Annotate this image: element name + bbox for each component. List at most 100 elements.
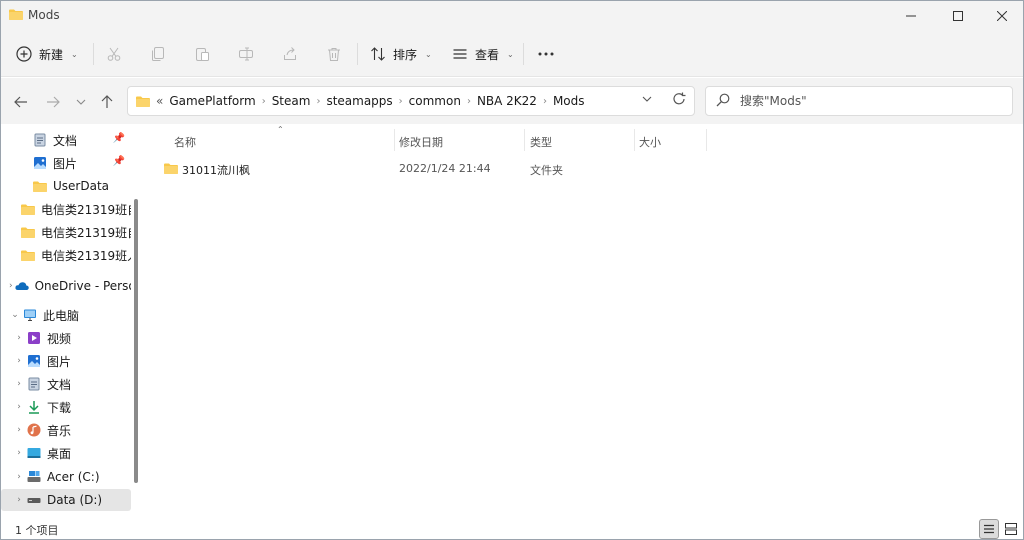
refresh-button[interactable]	[667, 87, 691, 111]
chevron-right-icon[interactable]: ›	[399, 96, 403, 107]
sidebar-item-desktop[interactable]: › 桌面	[1, 442, 131, 464]
chevron-right-icon[interactable]: ›	[316, 96, 320, 107]
sidebar-item-pictures[interactable]: › 图片	[1, 350, 131, 372]
sort-button[interactable]: 排序 ⌄	[369, 39, 432, 69]
sidebar-item-pictures-pinned[interactable]: 图片 📌	[1, 152, 131, 174]
rename-icon	[237, 45, 255, 63]
copy-icon	[149, 45, 167, 63]
sidebar-item-this-pc[interactable]: ⌄ 此电脑	[1, 304, 131, 326]
view-list-icon	[451, 45, 469, 63]
sidebar-item-folder[interactable]: 电信类21319班自	[1, 198, 131, 220]
music-icon	[27, 423, 41, 437]
maximize-button[interactable]	[935, 1, 981, 31]
minimize-button[interactable]	[888, 1, 934, 31]
sidebar-item-onedrive[interactable]: › OneDrive - Perso	[1, 275, 131, 297]
paste-button[interactable]	[193, 39, 211, 69]
folder-icon	[9, 9, 23, 20]
sidebar-item-folder[interactable]: 电信类21319班人	[1, 244, 131, 266]
column-header-name[interactable]: 名称	[174, 131, 196, 153]
sidebar-item-label: 电信类21319班自	[41, 225, 131, 240]
view-button[interactable]: 查看 ⌄	[451, 39, 514, 69]
table-row[interactable]: 31011流川枫 2022/1/24 21:44 文件夹	[155, 159, 715, 181]
tiles-view-button[interactable]	[1001, 519, 1021, 539]
sidebar-item-videos[interactable]: › 视频	[1, 327, 131, 349]
copy-button[interactable]	[149, 39, 167, 69]
column-divider[interactable]	[634, 129, 635, 151]
divider	[357, 43, 358, 65]
column-divider[interactable]	[706, 129, 707, 151]
sidebar-item-folder[interactable]: 电信类21319班自	[1, 221, 131, 243]
share-button[interactable]	[281, 39, 299, 69]
breadcrumb-item-steamapps[interactable]: steamapps	[326, 94, 392, 108]
sidebar-item-label: 视频	[47, 331, 72, 346]
chevron-down-icon	[76, 99, 86, 105]
chevron-right-icon[interactable]: ›	[13, 333, 25, 343]
sidebar-item-downloads[interactable]: › 下载	[1, 396, 131, 418]
chevron-right-icon[interactable]: ›	[467, 96, 471, 107]
forward-button[interactable]	[41, 90, 65, 114]
breadcrumb: « GamePlatform › Steam › steamapps › com…	[136, 87, 585, 115]
sidebar-scrollbar[interactable]	[134, 199, 138, 483]
chevron-right-icon[interactable]: ›	[13, 425, 25, 435]
chevron-right-icon[interactable]: ›	[9, 281, 13, 291]
sidebar-item-documents[interactable]: › 文档	[1, 373, 131, 395]
more-options-button[interactable]	[537, 39, 555, 69]
arrow-left-icon	[14, 96, 27, 108]
sidebar-item-label: 图片	[53, 156, 78, 171]
delete-button[interactable]	[325, 39, 343, 69]
sort-icon	[369, 45, 387, 63]
chevron-right-icon[interactable]: ›	[13, 448, 25, 458]
sidebar-item-userdata[interactable]: UserData	[1, 175, 131, 197]
column-header-type[interactable]: 类型	[530, 131, 552, 153]
chevron-right-icon[interactable]: ›	[13, 402, 25, 412]
breadcrumb-overflow[interactable]: «	[156, 94, 163, 108]
address-history-button[interactable]	[637, 87, 657, 111]
breadcrumb-item-gameplatform[interactable]: GamePlatform	[169, 94, 255, 108]
recent-locations-button[interactable]	[69, 90, 93, 114]
column-divider[interactable]	[524, 129, 525, 151]
search-box[interactable]	[705, 86, 1013, 116]
up-button[interactable]	[95, 90, 119, 114]
back-button[interactable]	[9, 90, 33, 114]
file-list: 名称 ⌃ 修改日期 类型 大小 31011流川枫 2022/1/24 21:44…	[143, 125, 1023, 517]
sidebar-item-music[interactable]: › 音乐	[1, 419, 131, 441]
breadcrumb-item-mods[interactable]: Mods	[553, 94, 585, 108]
chevron-right-icon[interactable]: ›	[13, 495, 25, 505]
column-divider[interactable]	[394, 129, 395, 151]
breadcrumb-item-common[interactable]: common	[409, 94, 461, 108]
chevron-right-icon[interactable]: ›	[13, 356, 25, 366]
column-header-size[interactable]: 大小	[639, 131, 661, 153]
address-bar[interactable]: « GamePlatform › Steam › steamapps › com…	[127, 86, 695, 116]
cut-button[interactable]	[105, 39, 123, 69]
navigation-row: « GamePlatform › Steam › steamapps › com…	[1, 78, 1023, 124]
chevron-right-icon[interactable]: ›	[262, 96, 266, 107]
pin-icon: 📌	[112, 133, 125, 144]
folder-icon	[136, 96, 150, 107]
sidebar-item-drive-c[interactable]: › Acer (C:)	[1, 466, 131, 488]
sidebar-item-documents-pinned[interactable]: 文档 📌	[1, 129, 131, 151]
breadcrumb-item-nba2k22[interactable]: NBA 2K22	[477, 94, 537, 108]
folder-icon	[21, 250, 35, 261]
pictures-icon	[34, 157, 46, 169]
chevron-right-icon[interactable]: ›	[543, 96, 547, 107]
details-view-button[interactable]	[979, 519, 999, 539]
close-button[interactable]	[979, 1, 1023, 31]
column-header-label: 修改日期	[399, 136, 443, 149]
search-input[interactable]	[740, 92, 1000, 110]
breadcrumb-item-steam[interactable]: Steam	[272, 94, 311, 108]
rename-button[interactable]	[237, 39, 255, 69]
folder-icon	[164, 163, 178, 174]
chevron-right-icon[interactable]: ›	[13, 472, 25, 482]
computer-icon	[24, 309, 36, 321]
sort-label: 排序	[393, 47, 418, 62]
new-button[interactable]: 新建 ⌄	[15, 39, 78, 69]
chevron-right-icon[interactable]: ›	[13, 379, 25, 389]
sidebar-item-drive-d[interactable]: › Data (D:)	[1, 489, 131, 511]
pin-icon: 📌	[112, 156, 125, 167]
column-header-modified[interactable]: 修改日期	[399, 131, 443, 153]
sidebar-item-label: 音乐	[47, 423, 72, 438]
column-header-label: 名称	[174, 136, 196, 149]
chevron-down-icon[interactable]: ⌄	[9, 310, 21, 320]
document-icon	[28, 377, 40, 391]
arrow-up-icon	[101, 95, 113, 108]
